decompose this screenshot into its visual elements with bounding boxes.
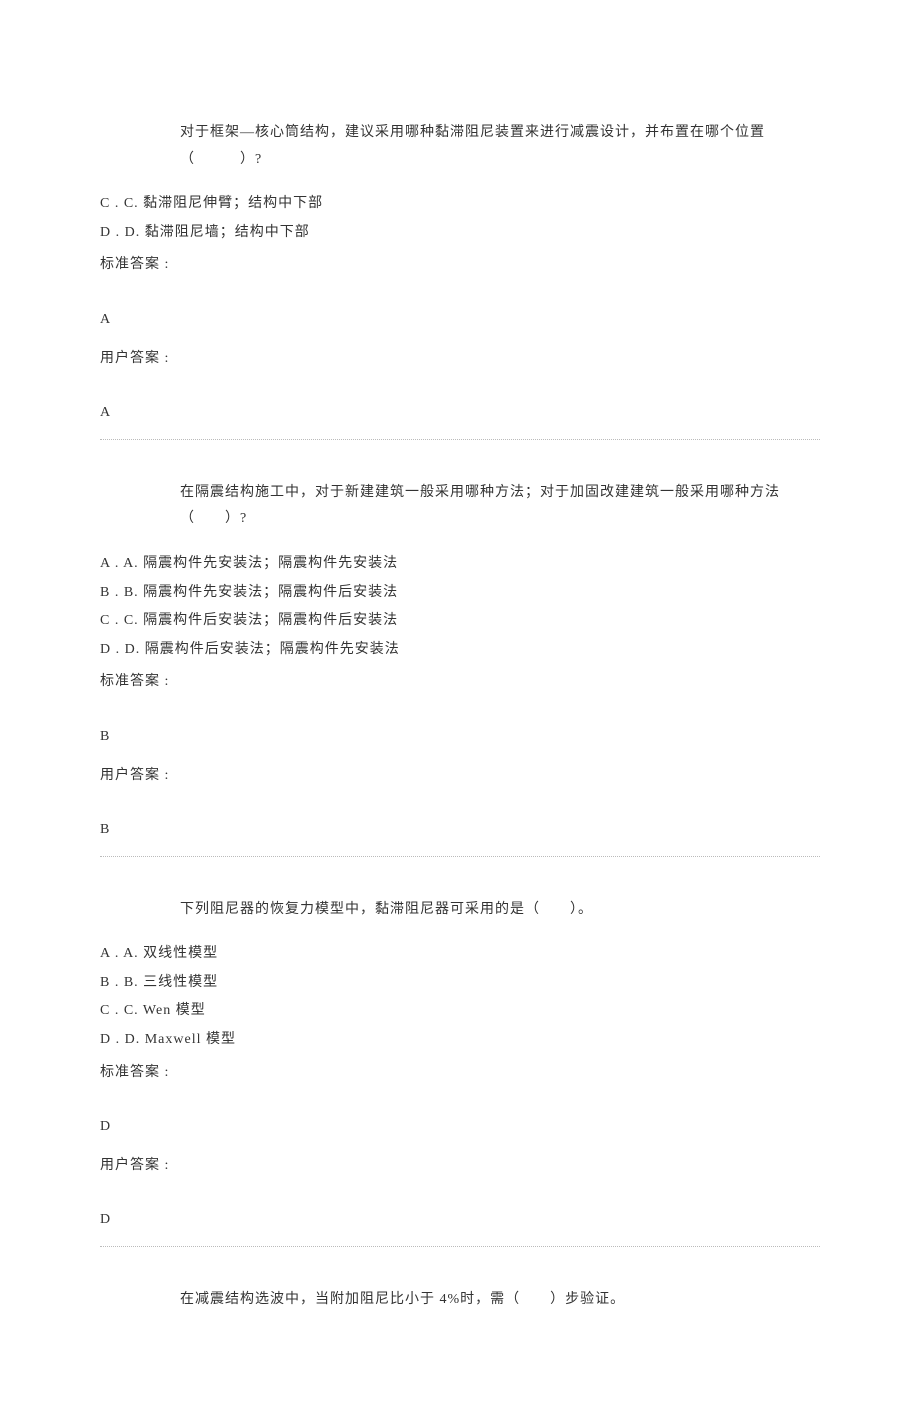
option-c: C . C. 隔震构件后安装法；隔震构件后安装法 [100, 608, 820, 635]
user-answer-value: A [100, 400, 820, 427]
option-d: D . D. 黏滞阻尼墙；结构中下部 [100, 220, 820, 247]
standard-answer-value: D [100, 1114, 820, 1141]
question-text: 在隔震结构施工中，对于新建建筑一般采用哪种方法；对于加固改建建筑一般采用哪种方法… [100, 480, 820, 533]
option-d: D . D. Maxwell 模型 [100, 1027, 820, 1054]
user-answer-label: 用户答案 : [100, 346, 820, 373]
question-text: 下列阻尼器的恢复力模型中，黏滞阻尼器可采用的是（ ）。 [100, 897, 820, 924]
option-a: A . A. 双线性模型 [100, 941, 820, 968]
question-text: 对于框架—核心筒结构，建议采用哪种黏滞阻尼装置来进行减震设计，并布置在哪个位置（… [100, 120, 820, 173]
question-text: 在减震结构选波中，当附加阻尼比小于 4%时，需（ ）步验证。 [100, 1287, 820, 1314]
option-b: B . B. 隔震构件先安装法；隔震构件后安装法 [100, 580, 820, 607]
divider [100, 1246, 820, 1247]
user-answer-value: D [100, 1207, 820, 1234]
user-answer-label: 用户答案 : [100, 763, 820, 790]
standard-answer-label: 标准答案 : [100, 669, 820, 696]
question-block-1: 对于框架—核心筒结构，建议采用哪种黏滞阻尼装置来进行减震设计，并布置在哪个位置（… [100, 120, 820, 440]
option-b: B . B. 三线性模型 [100, 970, 820, 997]
question-block-2: 在隔震结构施工中，对于新建建筑一般采用哪种方法；对于加固改建建筑一般采用哪种方法… [100, 480, 820, 857]
standard-answer-label: 标准答案 : [100, 252, 820, 279]
user-answer-value: B [100, 817, 820, 844]
question-block-3: 下列阻尼器的恢复力模型中，黏滞阻尼器可采用的是（ ）。 A . A. 双线性模型… [100, 897, 820, 1247]
option-c: C . C. Wen 模型 [100, 998, 820, 1025]
user-answer-label: 用户答案 : [100, 1153, 820, 1180]
divider [100, 856, 820, 857]
standard-answer-value: B [100, 724, 820, 751]
question-block-4: 在减震结构选波中，当附加阻尼比小于 4%时，需（ ）步验证。 [100, 1287, 820, 1314]
option-c: C . C. 黏滞阻尼伸臂；结构中下部 [100, 191, 820, 218]
divider [100, 439, 820, 440]
option-d: D . D. 隔震构件后安装法；隔震构件先安装法 [100, 637, 820, 664]
standard-answer-label: 标准答案 : [100, 1060, 820, 1087]
standard-answer-value: A [100, 307, 820, 334]
option-a: A . A. 隔震构件先安装法；隔震构件先安装法 [100, 551, 820, 578]
